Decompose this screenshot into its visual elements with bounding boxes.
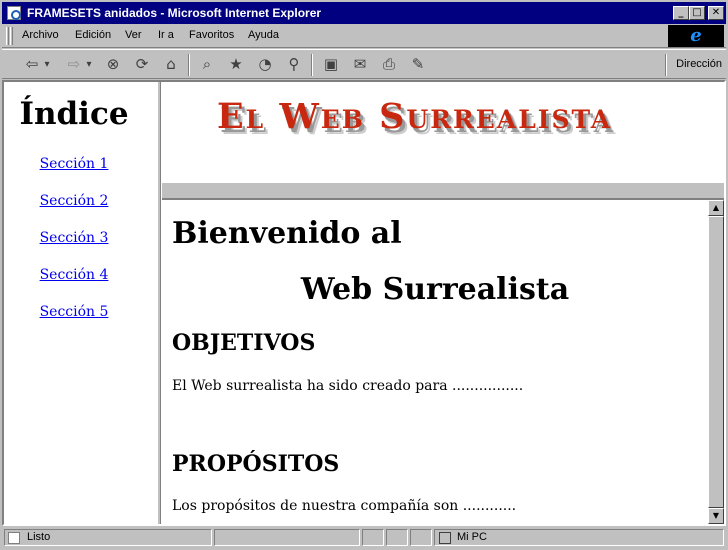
ie-app-icon[interactable] (7, 6, 21, 20)
section-link-2[interactable]: Sección 2 (4, 193, 144, 209)
vertical-scrollbar[interactable]: ▲ ▼ (708, 200, 724, 524)
close-button[interactable]: ✕ (708, 6, 724, 20)
main-frame: Bienvenido al Web Surrealista OBJETIVOS … (162, 200, 708, 524)
purposes-heading: PROPÓSITOS (172, 451, 340, 477)
refresh-icon[interactable]: ⟳ (131, 53, 153, 75)
status-panel-empty (386, 529, 408, 546)
frame-divider[interactable] (162, 182, 724, 200)
forward-arrow-icon[interactable]: ⇨ (64, 53, 84, 75)
menu-ir-a[interactable]: Ir a (158, 29, 174, 41)
menu-favoritos[interactable]: Favoritos (189, 29, 234, 41)
status-panel: Listo (4, 529, 212, 546)
objectives-heading: OBJETIVOS (172, 330, 316, 356)
print-icon[interactable]: ⎙ (378, 53, 400, 75)
internet-explorer-logo-icon: e (668, 25, 724, 47)
index-frame: Índice Sección 1 Sección 2 Sección 3 Sec… (4, 82, 160, 524)
forward-dropdown-icon[interactable]: ▾ (84, 53, 94, 75)
scroll-up-icon[interactable]: ▲ (708, 200, 724, 216)
mail-icon[interactable]: ✉ (349, 53, 371, 75)
window-title: FRAMESETS anidados - Microsoft Internet … (27, 6, 322, 20)
home-icon[interactable]: ⌂ (160, 53, 182, 75)
section-link-5[interactable]: Sección 5 (4, 304, 144, 320)
status-bar: Listo Mi PC (2, 527, 726, 548)
zone-text: Mi PC (457, 531, 487, 543)
page-icon (8, 532, 20, 544)
toolbar-separator (311, 54, 313, 76)
toolbar-separator (665, 54, 667, 76)
toolbar-separator (188, 54, 190, 76)
status-text: Listo (27, 531, 51, 543)
toolbar: ⇦ ▾ ⇨ ▾ ⊗ ⟳ ⌂ ⌕ ★ ◔ ⚲ ▣ ✉ ⎙ ✎ Dirección (2, 49, 726, 79)
menubar-grip[interactable] (10, 27, 13, 45)
scroll-thumb[interactable] (708, 216, 724, 508)
banner-frame: El Web Surrealista (162, 82, 724, 182)
site-logo: El Web Surrealista (217, 96, 613, 137)
minimize-button[interactable]: _ (673, 6, 689, 20)
scroll-down-icon[interactable]: ▼ (708, 508, 724, 524)
back-dropdown-icon[interactable]: ▾ (42, 53, 52, 75)
fullscreen-icon[interactable]: ▣ (320, 53, 342, 75)
menu-ayuda[interactable]: Ayuda (248, 29, 279, 41)
title-bar: FRAMESETS anidados - Microsoft Internet … (0, 0, 728, 24)
maximize-button[interactable]: □ (689, 6, 705, 20)
address-label[interactable]: Dirección (676, 58, 722, 70)
favorites-icon[interactable]: ★ (225, 53, 247, 75)
back-arrow-icon[interactable]: ⇦ (22, 53, 42, 75)
status-panel-empty (214, 529, 360, 546)
welcome-heading-line1: Bienvenido al (172, 216, 402, 251)
menu-archivo[interactable]: Archivo (22, 29, 59, 41)
section-link-4[interactable]: Sección 4 (4, 267, 144, 283)
browser-content: Índice Sección 1 Sección 2 Sección 3 Sec… (2, 80, 726, 526)
menubar-grip[interactable] (6, 27, 9, 45)
menu-edicion[interactable]: Edición (75, 29, 111, 41)
channels-icon[interactable]: ⚲ (283, 53, 305, 75)
search-icon[interactable]: ⌕ (196, 53, 218, 75)
menu-bar: Archivo Edición Ver Ir a Favoritos Ayuda… (2, 24, 726, 48)
stop-icon[interactable]: ⊗ (102, 53, 124, 75)
purposes-text: Los propósitos de nuestra compañía son .… (172, 498, 517, 514)
edit-icon[interactable]: ✎ (407, 53, 429, 75)
objectives-text: El Web surrealista ha sido creado para .… (172, 378, 524, 394)
welcome-heading-line2: Web Surrealista (300, 272, 570, 307)
history-icon[interactable]: ◔ (254, 53, 276, 75)
computer-icon (439, 532, 451, 544)
status-panel-empty (362, 529, 384, 546)
index-title: Índice (19, 96, 129, 132)
status-panel-empty (410, 529, 432, 546)
menu-ver[interactable]: Ver (125, 29, 142, 41)
zone-panel: Mi PC (434, 529, 724, 546)
section-link-3[interactable]: Sección 3 (4, 230, 144, 246)
section-link-1[interactable]: Sección 1 (4, 156, 144, 172)
